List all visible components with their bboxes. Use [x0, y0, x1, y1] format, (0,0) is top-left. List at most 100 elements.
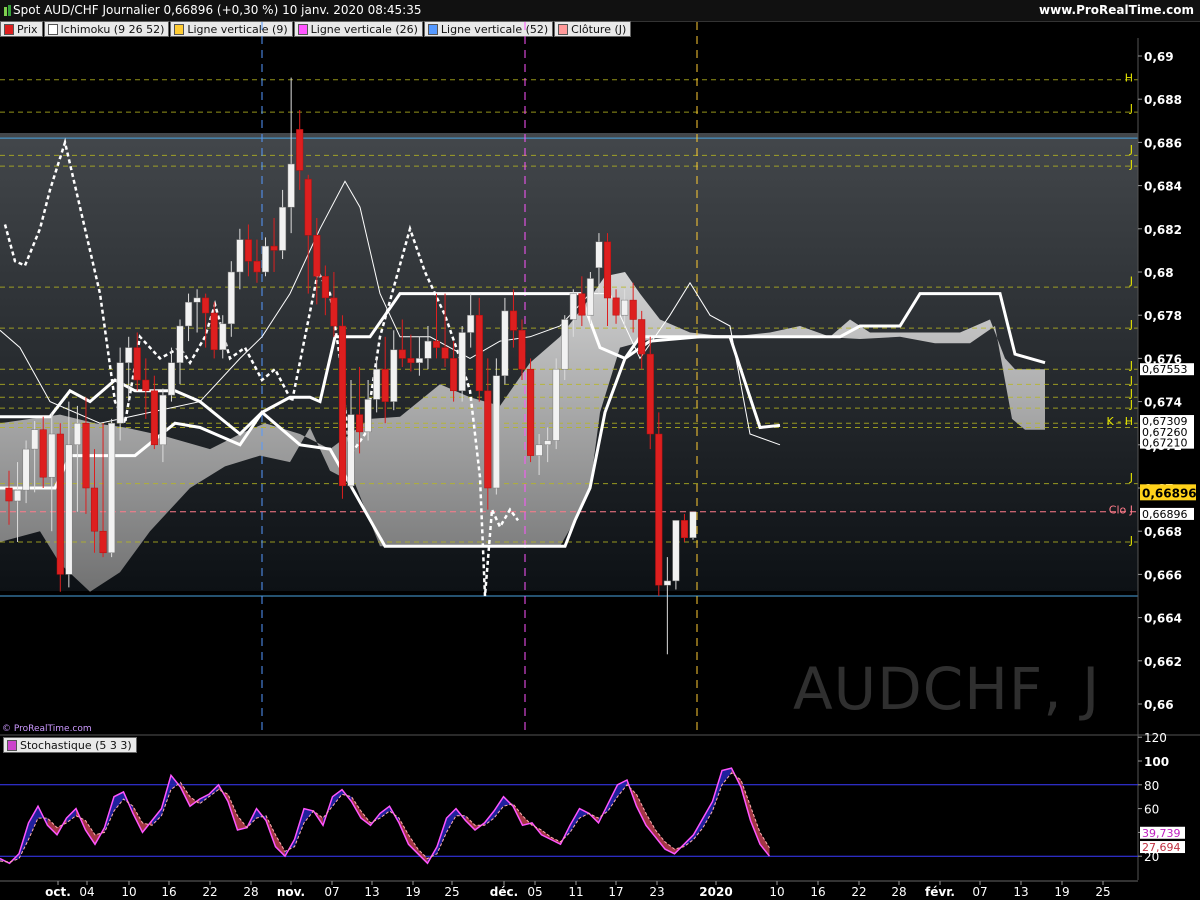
symbol-watermark: AUDCHF, J: [793, 655, 1101, 723]
candle-body: [398, 349, 406, 359]
stochastic-label[interactable]: Stochastique (5 3 3): [3, 737, 137, 753]
candle-body: [672, 520, 680, 582]
axis-tick-label: 0,664: [1144, 612, 1182, 626]
candle-body: [244, 239, 252, 262]
candle-body: [279, 206, 287, 251]
last-price-text: 0,66896: [1142, 486, 1197, 500]
price-chart[interactable]: 0,660,6620,6640,6660,6680,670,6720,6740,…: [0, 0, 1200, 900]
stoch-k-value: 39,739: [1142, 827, 1181, 840]
date-tick-label: févr.: [925, 885, 955, 899]
candle-body: [296, 129, 304, 171]
candle-body: [116, 362, 124, 424]
candle-body: [663, 580, 671, 586]
axis-tick-label: 80: [1144, 779, 1159, 793]
date-tick-label: 19: [405, 885, 420, 899]
date-tick-label: 25: [1095, 885, 1110, 899]
candle-body: [450, 358, 458, 392]
stoch-fill: [760, 832, 770, 857]
level-badge-text: 0,67553: [1142, 363, 1188, 376]
level-tag: J: [1129, 534, 1133, 547]
date-axis: oct. 04 10 16 22 28 nov. 07 13 19 25 déc. 05 11 17 23 20…: [0, 880, 1138, 900]
date-tick-label: oct.: [45, 885, 71, 899]
candle-body: [535, 444, 543, 456]
axis-tick-label: 0,666: [1144, 568, 1182, 582]
candle-body: [90, 487, 99, 532]
candle-body: [133, 347, 141, 381]
candle-body: [509, 310, 518, 331]
candle-body: [484, 390, 492, 489]
candle-body: [159, 394, 167, 446]
level-tag: J: [1129, 275, 1133, 288]
candle-body: [73, 422, 81, 446]
level-tag: J: [1129, 102, 1133, 115]
candle-body: [150, 390, 158, 446]
candle-body: [261, 245, 270, 273]
level-tag: H: [1125, 72, 1133, 85]
date-tick-label: 28: [243, 885, 258, 899]
candle-body: [39, 429, 47, 478]
level-tag: Clo J: [1109, 504, 1133, 517]
candle-body: [475, 314, 483, 392]
candle-body: [321, 276, 329, 299]
date-tick-label: 04: [79, 885, 94, 899]
date-tick-label: 22: [851, 885, 866, 899]
stoch-fill: [361, 811, 371, 826]
stoch-fill: [408, 834, 418, 854]
candle-body: [381, 368, 389, 402]
copyright-text: © ProRealTime.com: [2, 724, 92, 734]
candle-body: [14, 489, 22, 502]
axis-tick-label: 100: [1144, 755, 1169, 769]
date-tick-label: 13: [1013, 885, 1028, 899]
date-tick-label: 07: [324, 885, 339, 899]
candle-body: [638, 319, 646, 355]
candle-body: [5, 487, 13, 502]
date-tick-label: 10: [769, 885, 784, 899]
stoch-fill: [446, 808, 456, 833]
axis-tick-label: 0,66: [1144, 698, 1174, 712]
candle-body: [569, 293, 577, 320]
candle-body: [202, 297, 210, 314]
candle-body: [467, 314, 475, 333]
axis-tick-label: 0,684: [1144, 180, 1182, 194]
candle-body: [176, 325, 184, 363]
date-tick-label: 23: [649, 885, 664, 899]
candle-body: [167, 362, 176, 396]
candle-body: [527, 368, 535, 456]
axis-tick-label: 0,69: [1144, 50, 1174, 64]
candle-body: [364, 399, 372, 433]
candle-body: [108, 422, 116, 554]
stochastic-panel: 2040608010012039,73927,694: [0, 731, 1185, 865]
stochastic-label-text: Stochastique (5 3 3): [20, 738, 132, 752]
axis-tick-label: 0,688: [1144, 93, 1182, 107]
axis-tick-label: 60: [1144, 803, 1159, 817]
candle-body: [655, 433, 663, 586]
axis-tick-label: 0,662: [1144, 655, 1182, 669]
axis-tick-label: 0,668: [1144, 525, 1182, 539]
level-tag: J: [1129, 374, 1133, 387]
candle-body: [492, 375, 500, 489]
candle-body: [621, 299, 629, 316]
level-tag: J: [1129, 471, 1133, 484]
date-tick-label: nov.: [277, 885, 305, 899]
axis-tick-label: 120: [1144, 731, 1167, 745]
candle-body: [458, 332, 466, 392]
level-tag: J: [1129, 143, 1133, 156]
level-tag: J: [1129, 158, 1133, 171]
candle-body: [236, 239, 244, 273]
candle-body: [689, 511, 697, 538]
candle-body: [330, 297, 338, 327]
stoch-d-value: 27,694: [1142, 841, 1181, 854]
axis-tick-label: 0,682: [1144, 223, 1182, 237]
candle-body: [270, 245, 278, 251]
candle-body: [210, 312, 218, 350]
level-tag: J: [1129, 359, 1133, 372]
candle-body: [544, 440, 552, 446]
candle-body: [185, 301, 193, 327]
candle-body: [253, 260, 261, 273]
date-tick-label: 2020: [699, 885, 732, 899]
candle-body: [65, 444, 73, 575]
candle-body: [373, 368, 381, 400]
candle-body: [56, 433, 64, 575]
candle-body: [629, 299, 637, 320]
candle-body: [441, 347, 449, 359]
